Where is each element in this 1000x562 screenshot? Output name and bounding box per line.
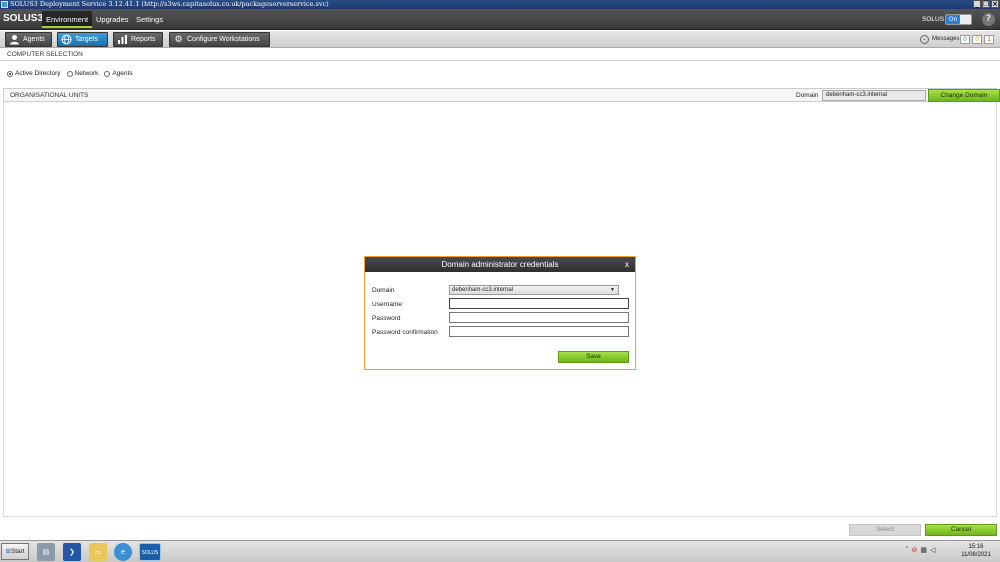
messages-label: Messages [932,36,960,42]
section-divider [0,60,1000,61]
server-manager-icon[interactable]: ▤ [37,543,55,561]
solus-toggle[interactable]: On [945,14,972,25]
agents-button[interactable]: Agents [5,32,52,47]
chevron-down-icon: ▼ [610,287,615,293]
change-domain-button[interactable]: Change Domain [928,89,1000,102]
radio-agents-label[interactable]: Agents [112,70,132,77]
messages-count-warning[interactable]: 0 [972,35,982,44]
tray-network-icon[interactable]: ▦ [920,546,927,554]
tray-volume-icon[interactable]: ◁ [930,546,935,554]
tab-settings[interactable]: Settings [132,11,167,28]
window-title: SOLUS3 Deployment Service 3.12.41.1 (htt… [10,0,329,8]
domain-field[interactable]: debenham-cc3.internal [822,90,926,101]
messages-count-error[interactable]: 1 [984,35,994,44]
configure-workstations-button[interactable]: ⚙ Configure Workstations [169,32,270,47]
system-tray: ˄ ⊘ ▦ ◁ [905,546,935,554]
toggle-on-label: On [946,15,960,24]
radio-active-directory[interactable] [7,70,13,77]
tray-expand-icon[interactable]: ˄ [905,546,909,554]
messages-toggle-icon[interactable]: ⌄ [920,35,929,44]
main-nav: SOLUS3 Environment Upgrades Settings SOL… [0,9,1000,30]
solus-app-icon[interactable]: SOLUS [139,543,161,561]
password-input[interactable] [449,312,629,323]
radio-network-label[interactable]: Network [75,70,99,77]
reports-button[interactable]: Reports [113,32,163,47]
radio-network[interactable] [66,70,73,77]
app-icon [1,1,8,8]
internet-explorer-icon[interactable]: e [114,543,132,561]
tab-upgrades[interactable]: Upgrades [92,11,133,28]
sub-toolbar: Agents Targets Reports ⚙ Configure Works… [0,31,1000,48]
dialog-title: Domain administrator credentials [441,260,559,269]
username-label: Username [372,301,402,308]
domain-label: Domain [796,92,819,99]
dialog-close-button[interactable]: x [625,257,629,272]
tray-alert-icon[interactable]: ⊘ [912,546,918,554]
dialog-domain-label: Domain [372,287,395,294]
gear-icon: ⚙ [174,34,183,44]
help-icon[interactable]: ? [982,13,995,26]
bar-chart-icon [117,34,128,45]
select-button[interactable]: Select [849,524,921,536]
radio-agents[interactable] [104,70,111,77]
close-window-button[interactable]: × [991,0,999,8]
messages-count-info[interactable]: 0 [960,35,970,44]
cancel-button[interactable]: Cancel [925,524,997,536]
radio-active-directory-label[interactable]: Active Directory [15,70,61,77]
dialog-header: Domain administrator credentials x [365,257,635,272]
taskbar-clock[interactable]: 15:16 11/08/2021 [956,544,996,559]
clock-date: 11/08/2021 [961,551,991,558]
brand-logo: SOLUS3 [3,13,44,24]
solus-toggle-label: SOLUS [922,16,945,23]
section-title: COMPUTER SELECTION [7,51,83,58]
credentials-dialog: Domain administrator credentials x Domai… [364,256,636,370]
file-explorer-icon[interactable]: ▭ [89,543,107,561]
organisational-units-header: ORGANISATIONAL UNITS Domain debenham-cc3… [3,88,1000,102]
powershell-icon[interactable]: ❯ [63,543,81,561]
username-input[interactable] [449,298,629,309]
password-label: Password [372,315,401,322]
tab-environment[interactable]: Environment [42,11,93,28]
window-titlebar: SOLUS3 Deployment Service 3.12.41.1 (htt… [0,0,1000,9]
save-button[interactable]: Save [558,351,629,363]
restore-button[interactable]: ❐ [982,0,990,8]
taskbar: ⊞Start ▤ ❯ ▭ e SOLUS ˄ ⊘ ▦ ◁ 15:16 11/08… [0,540,1000,562]
targets-button[interactable]: Targets [57,32,108,47]
ou-title: ORGANISATIONAL UNITS [10,92,89,99]
clock-time: 15:16 [968,544,984,550]
minimize-button[interactable]: _ [973,0,981,8]
start-button[interactable]: ⊞Start [1,543,29,560]
password-confirmation-label: Password confirmation [372,329,438,336]
domain-select[interactable]: debenham-cc3.internal ▼ [449,285,619,295]
window-controls: _ ❐ × [973,0,999,8]
password-confirmation-input[interactable] [449,326,629,337]
globe-icon [61,34,72,45]
selection-mode-radios: Active Directory Network Agents [7,70,139,77]
user-icon [9,34,20,45]
